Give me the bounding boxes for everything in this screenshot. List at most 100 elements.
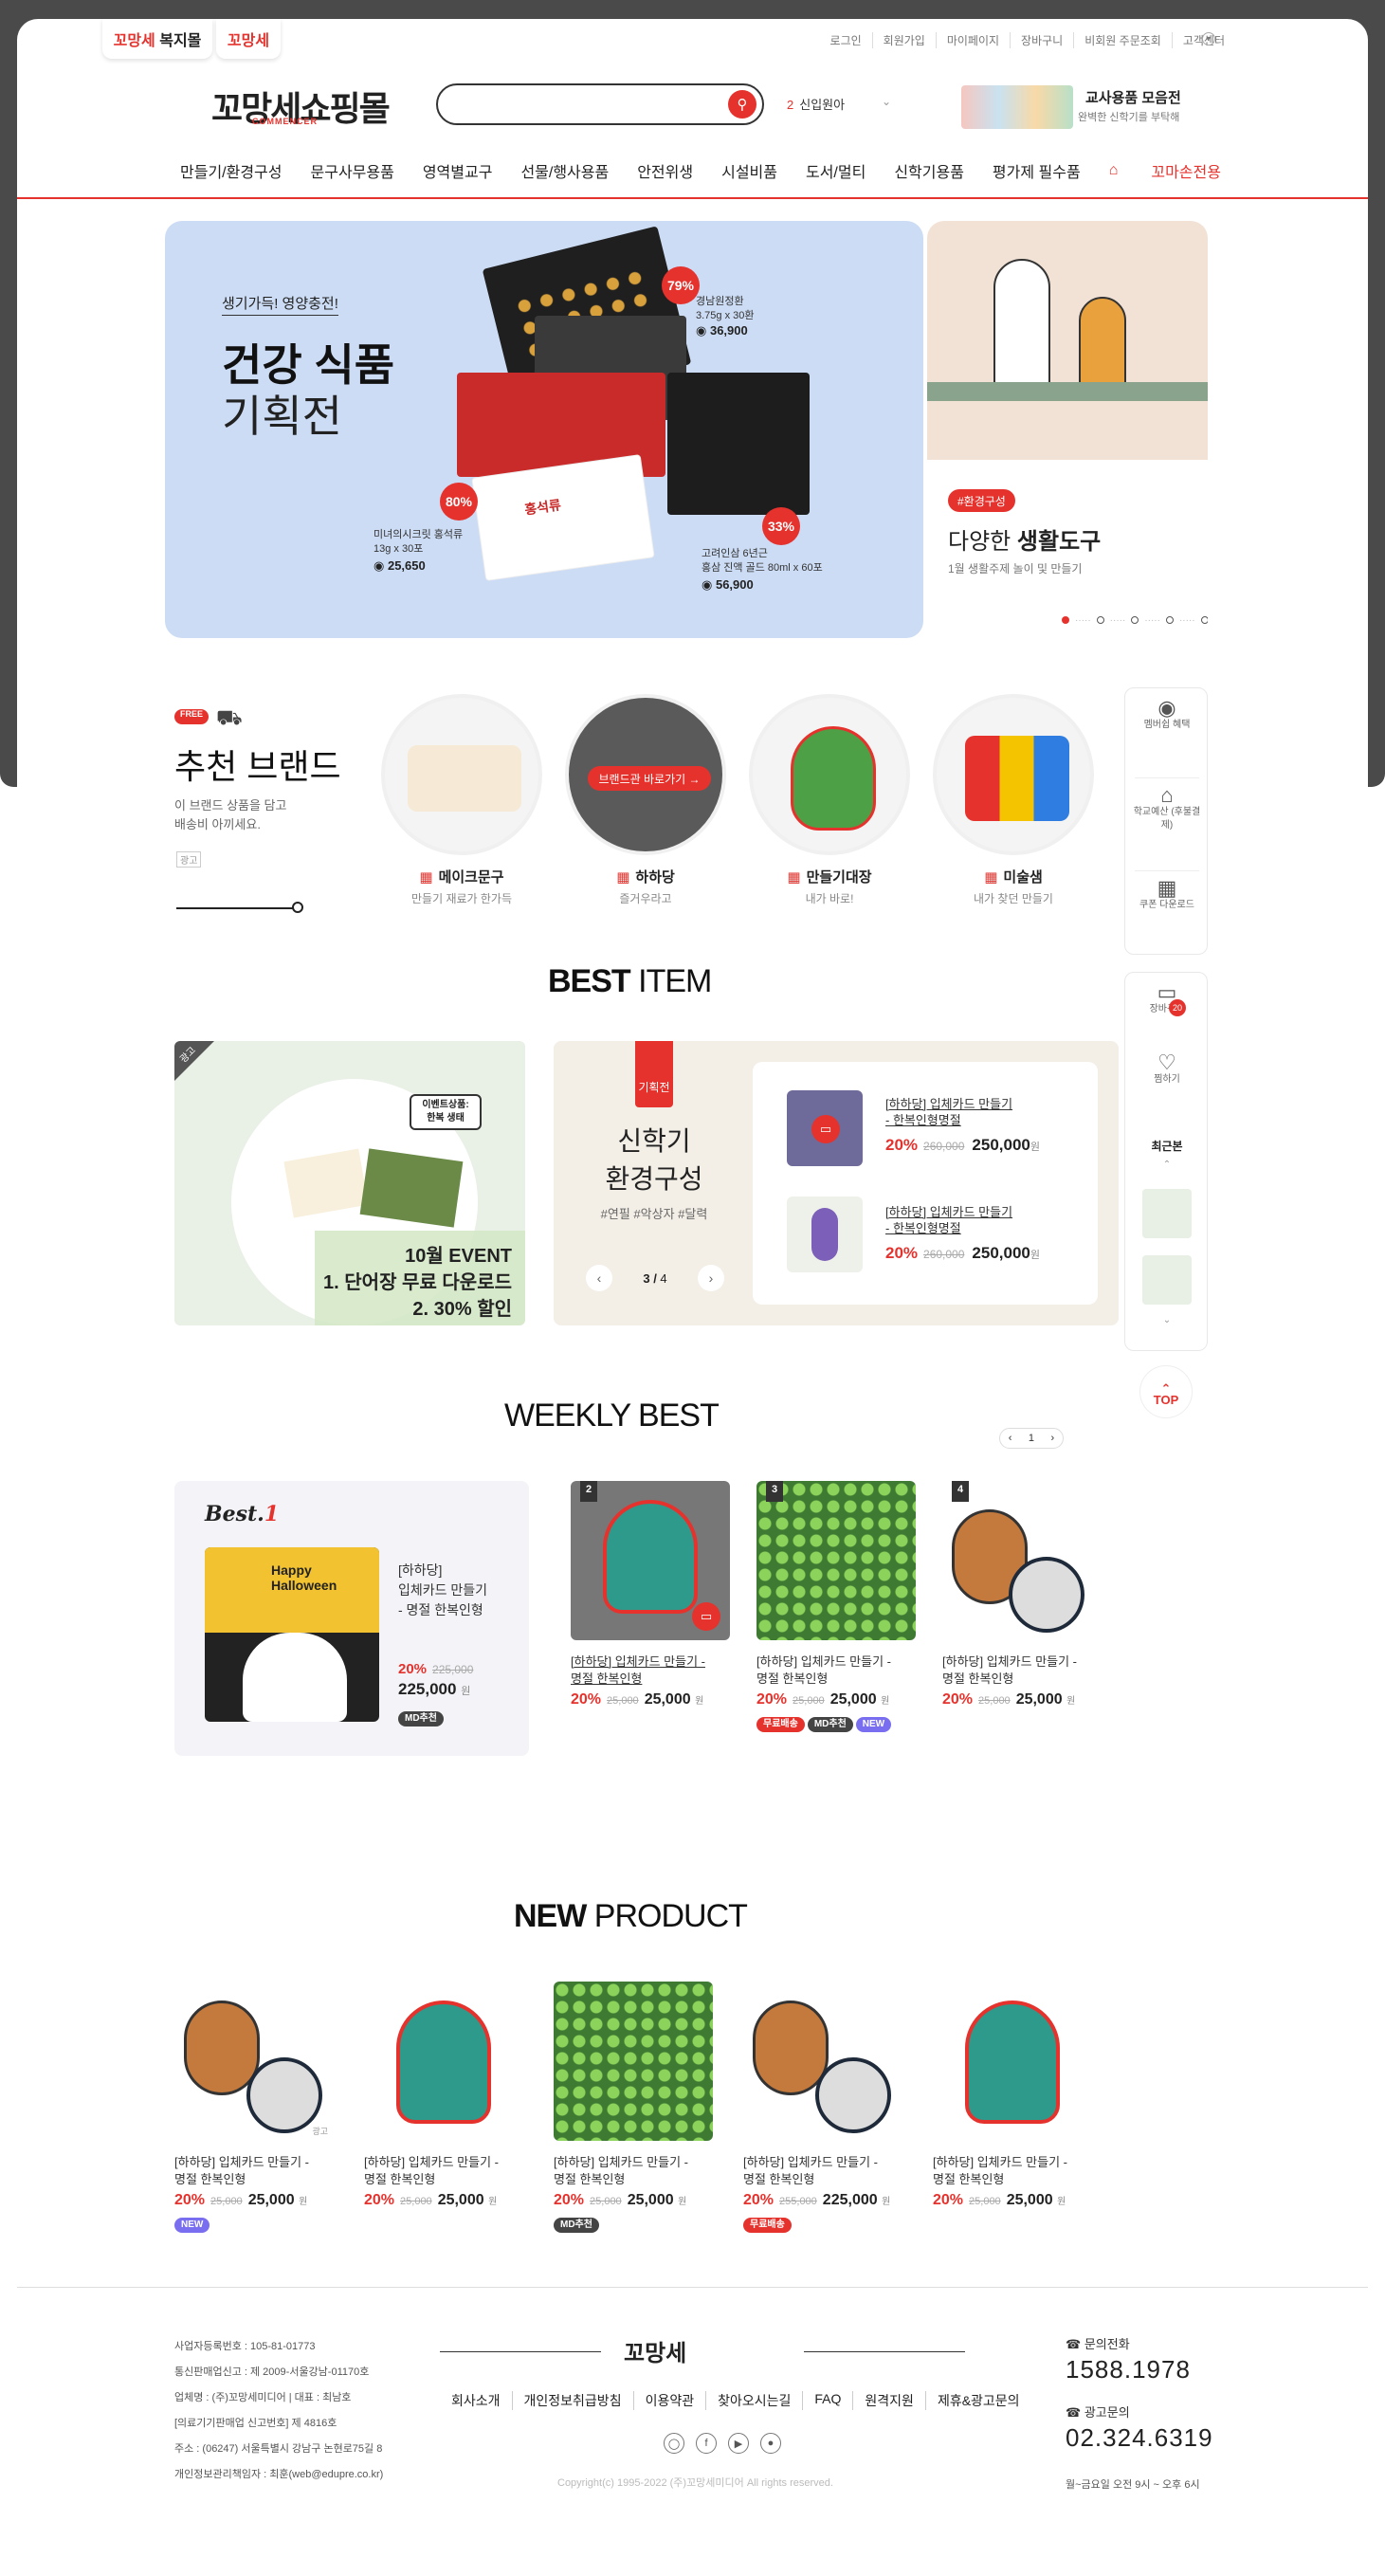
product-name[interactable]: [하하당] 입체카드 만들기 - 한복인형명절: [885, 1096, 1012, 1128]
kakao-icon[interactable]: ●: [760, 2433, 781, 2454]
chevron-right-icon[interactable]: ›: [1051, 1433, 1055, 1444]
school-budget-button[interactable]: ⌂ 학교예산 (후불결제): [1125, 785, 1209, 832]
cs-phone[interactable]: 1588.1978: [1066, 2355, 1191, 2384]
recent-thumb[interactable]: [1142, 1189, 1192, 1238]
footer-link[interactable]: 이용약관: [632, 2391, 706, 2410]
guest-order-link[interactable]: 비회원 주문조회: [1073, 32, 1172, 48]
product-card[interactable]: 광고 [하하당] 입체카드 만들기 - 명절 한복인형 20% 25,000 25,0…: [174, 1982, 334, 2233]
page-dot[interactable]: [1165, 616, 1174, 624]
nav-item[interactable]: 도서/멀티: [806, 159, 866, 182]
product-image[interactable]: 3: [756, 1481, 916, 1640]
product-image[interactable]: 광고: [174, 1982, 334, 2141]
nav-item[interactable]: 평가제 필수품: [993, 159, 1081, 182]
footer-link[interactable]: 찾아오시는길: [705, 2391, 802, 2410]
event-banner[interactable]: 이벤트상품: 한복 생태 광고 10월 EVENT 1. 단어장 무료 다운로드 …: [174, 1041, 525, 1325]
welfare-mall-tab[interactable]: 꼬망세 복지몰: [102, 19, 212, 59]
chevron-up-icon[interactable]: ⌃: [1125, 1159, 1209, 1172]
product-image[interactable]: 4: [942, 1481, 1102, 1640]
product-image[interactable]: 2 ▭: [571, 1481, 730, 1640]
product-card[interactable]: [하하당] 입체카드 만들기 - 명절 한복인형 20% 25,000 25,000 …: [554, 1982, 713, 2233]
product-image[interactable]: [554, 1982, 713, 2141]
search-input[interactable]: [457, 95, 722, 110]
join-link[interactable]: 회원가입: [871, 32, 936, 48]
product-card[interactable]: [하하당] 입체카드 만들기 - 명절 한복인형 20% 255,000 225,00…: [743, 1982, 902, 2233]
nav-item[interactable]: 신학기용품: [894, 159, 964, 182]
brand-slider-handle[interactable]: [292, 902, 303, 913]
footer-link[interactable]: FAQ: [802, 2391, 852, 2410]
product-image[interactable]: [364, 1982, 523, 2141]
youtube-icon[interactable]: ▶: [728, 2433, 749, 2454]
nav-item[interactable]: 선물/행사용품: [520, 159, 609, 182]
search-box[interactable]: ⚲: [436, 83, 764, 125]
promo-thumbnail[interactable]: [961, 85, 1073, 129]
brand-item[interactable]: 메이크문구 만들기 재료가 한가득: [381, 694, 542, 906]
cart-link[interactable]: 장바구니: [1010, 32, 1073, 48]
chevron-left-icon[interactable]: ‹: [1009, 1433, 1012, 1444]
product-card[interactable]: [하하당] 입체카드 만들기 - 명절 한복인형 20% 25,000 25,000 …: [364, 1982, 523, 2209]
product-image[interactable]: Happy Halloween: [205, 1547, 379, 1722]
product-card[interactable]: [하하당] 입체카드 만들기 - 명절 한복인형 20% 25,000 25,000 …: [933, 1982, 1092, 2209]
wishlist-button[interactable]: ♡ 찜하기: [1125, 1052, 1209, 1087]
search-icon[interactable]: ⚲: [728, 90, 756, 119]
nav-item[interactable]: 시설비품: [721, 159, 777, 182]
nav-item[interactable]: 안전위생: [637, 159, 693, 182]
mypage-link[interactable]: 마이페이지: [935, 32, 1010, 48]
product-card[interactable]: 3 [하하당] 입체카드 만들기 - 명절 한복인형 20% 25,000 25,00…: [756, 1481, 916, 1732]
cart-icon[interactable]: ▭: [692, 1602, 720, 1631]
login-link[interactable]: 로그인: [820, 32, 872, 48]
page-dot[interactable]: [1062, 616, 1069, 624]
hero-banner[interactable]: 생기가득! 영양충전! 건강 식품 기획전 홍석류 79% 경남원정환 3.75g…: [165, 221, 923, 638]
top-button[interactable]: ⌃ TOP: [1139, 1365, 1193, 1418]
brand-item[interactable]: 만들기대장 내가 바로!: [749, 694, 910, 906]
product-image[interactable]: ▭: [787, 1090, 863, 1166]
instagram-icon[interactable]: ◯: [664, 2433, 684, 2454]
product-name[interactable]: [하하당] 입체카드 만들기 - 명절 한복인형: [571, 1653, 730, 1688]
side-banner[interactable]: #환경구성 다양한 생활도구 1월 생활주제 놀이 및 만들기 ····· ··…: [927, 221, 1208, 638]
nav-item[interactable]: 영역별교구: [423, 159, 493, 182]
product-image[interactable]: [787, 1197, 863, 1272]
page-dot[interactable]: [1131, 616, 1139, 624]
coupon-button[interactable]: ▦ 쿠폰 다운로드: [1125, 878, 1209, 912]
product-name[interactable]: [하하당] 입체카드 만들기 - 명절 한복인형: [933, 2154, 1092, 2188]
product-name[interactable]: [하하당] 입체카드 만들기 - 명절 한복인형: [942, 1653, 1102, 1688]
footer-link[interactable]: 원격지원: [852, 2391, 925, 2410]
chevron-down-icon[interactable]: ⌄: [882, 95, 891, 108]
page-dot[interactable]: [1096, 616, 1104, 624]
ad-phone[interactable]: 02.324.6319: [1066, 2423, 1213, 2453]
product-image[interactable]: [743, 1982, 902, 2141]
chevron-down-icon[interactable]: ▾: [1202, 32, 1215, 46]
footer-link[interactable]: 개인정보취급방침: [511, 2391, 633, 2410]
nav-item-kids[interactable]: ⌂ 꼬마손전용: [1109, 159, 1249, 182]
best-1-card[interactable]: Best.1 Happy Halloween [하하당] 입체카드 만들기 - 명절 …: [174, 1481, 529, 1756]
main-site-tab[interactable]: 꼬망세: [216, 19, 281, 59]
popular-keyword[interactable]: 2 신입원아: [787, 95, 845, 113]
product-name[interactable]: [하하당] 입체카드 만들기 - 명절 한복인형: [174, 2154, 334, 2188]
footer-link[interactable]: 제휴&광고문의: [924, 2391, 1031, 2410]
page-dot[interactable]: [1200, 616, 1208, 624]
nav-item[interactable]: 만들기/환경구성: [180, 159, 282, 182]
brand-item[interactable]: 브랜드관 바로가기 → 하하당 즐거우라고: [565, 694, 726, 906]
product-name[interactable]: [하하당] 입체카드 만들기 - 명절 한복인형: [756, 1653, 916, 1688]
chevron-right-icon[interactable]: ›: [698, 1265, 724, 1291]
product-card[interactable]: 4 [하하당] 입체카드 만들기 - 명절 한복인형 20% 25,000 25,00…: [942, 1481, 1102, 1708]
product-name[interactable]: [하하당] 입체카드 만들기 - 명절 한복인형: [398, 1561, 487, 1620]
cart-icon[interactable]: ▭: [811, 1115, 840, 1143]
chevron-down-icon[interactable]: ⌄: [1125, 1314, 1209, 1327]
product-name[interactable]: [하하당] 입체카드 만들기 - 명절 한복인형: [554, 2154, 713, 2188]
product-name[interactable]: [하하당] 입체카드 만들기 - 명절 한복인형: [364, 2154, 523, 2188]
promo-title[interactable]: 교사용품 모음전: [1085, 87, 1181, 107]
brand-slider-track[interactable]: [176, 907, 300, 909]
product-name[interactable]: [하하당] 입체카드 만들기 - 한복인형명절: [885, 1204, 1012, 1236]
facebook-icon[interactable]: f: [696, 2433, 717, 2454]
product-card[interactable]: 2 ▭ [하하당] 입체카드 만들기 - 명절 한복인형 20% 25,000 25,…: [571, 1481, 730, 1708]
brand-item[interactable]: 미술샘 내가 찾던 만들기: [933, 694, 1094, 906]
product-name[interactable]: [하하당] 입체카드 만들기 - 명절 한복인형: [743, 2154, 902, 2188]
footer-link[interactable]: 회사소개: [440, 2391, 512, 2410]
recent-thumb[interactable]: [1142, 1255, 1192, 1305]
cart-button[interactable]: ▭ 장바구니: [1125, 982, 1209, 1016]
membership-button[interactable]: ◉ 멤버쉽 혜택: [1125, 698, 1209, 732]
product-image[interactable]: [933, 1982, 1092, 2141]
chevron-left-icon[interactable]: ‹: [586, 1265, 612, 1291]
footer-logo[interactable]: 꼬망세: [624, 2334, 686, 2367]
nav-item[interactable]: 문구사무용품: [311, 159, 394, 182]
